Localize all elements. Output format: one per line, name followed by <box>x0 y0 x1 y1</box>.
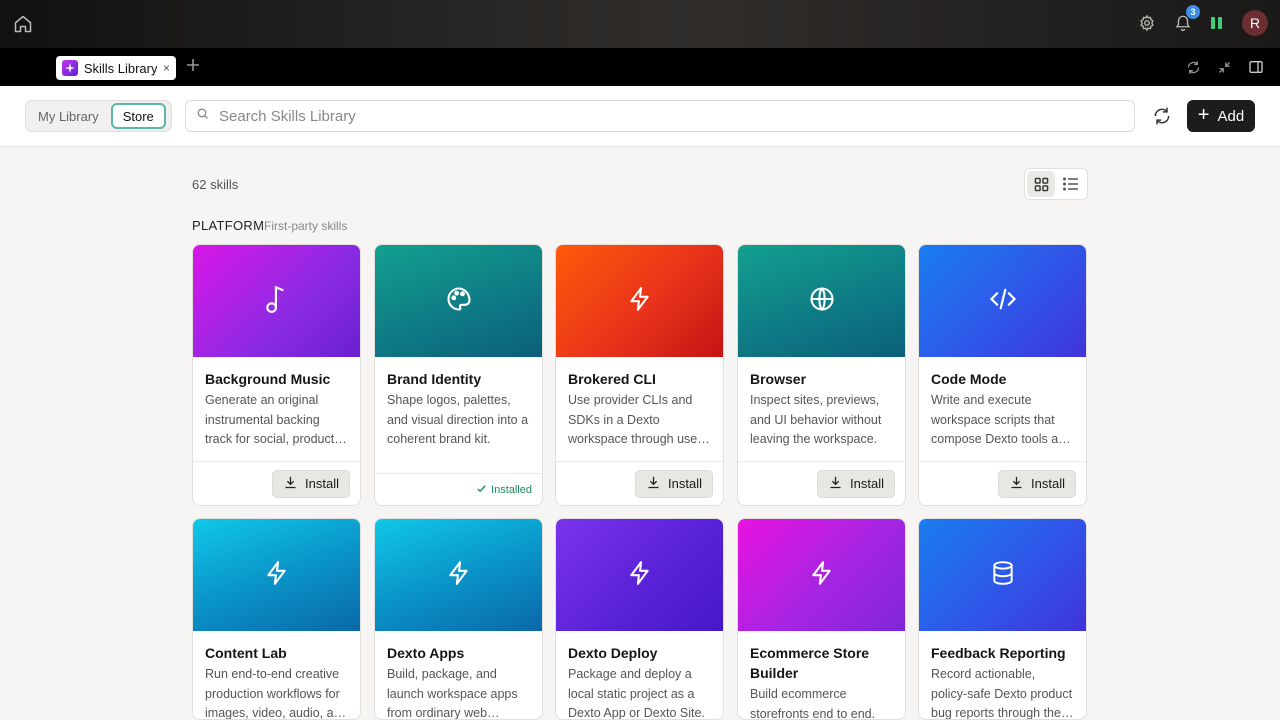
install-label: Install <box>1031 476 1065 491</box>
tab-bar: Skills Library × <box>0 48 1280 86</box>
download-icon <box>283 475 298 493</box>
tab-skills-library[interactable]: Skills Library × <box>56 56 176 80</box>
search-icon <box>196 107 209 125</box>
segment-my-library[interactable]: My Library <box>28 103 109 129</box>
avatar[interactable]: R <box>1242 10 1268 36</box>
notification-badge: 3 <box>1186 5 1200 19</box>
download-icon <box>1009 475 1024 493</box>
skill-name: Dexto Apps <box>387 645 465 661</box>
collapse-icon[interactable] <box>1217 60 1232 75</box>
installed-status: Installed <box>476 483 532 497</box>
skill-name: Ecommerce Store Builder <box>750 645 870 681</box>
install-button[interactable]: Install <box>817 469 895 498</box>
lightning-icon <box>627 285 653 318</box>
skill-name: Brand Identity <box>387 371 482 387</box>
toolbar: My Library Store + Add <box>0 86 1280 147</box>
lightning-icon <box>446 559 472 592</box>
card-hero <box>375 519 542 631</box>
skill-card[interactable]: Content Lab Run end-to-end creative prod… <box>192 518 361 720</box>
install-button[interactable]: Install <box>272 469 350 498</box>
section-title: PLATFORM <box>192 218 265 233</box>
tab-title: Skills Library <box>83 60 157 76</box>
install-label: Install <box>305 476 339 491</box>
card-hero <box>738 245 905 357</box>
skill-description: Write and execute workspace scripts that… <box>931 393 1073 446</box>
plus-icon[interactable] <box>186 58 200 72</box>
library-store-toggle: My Library Store <box>25 100 172 132</box>
section-subtitle: First-party skills <box>264 219 348 233</box>
segment-store[interactable]: Store <box>110 103 166 129</box>
search-input[interactable] <box>219 107 1099 125</box>
code-icon <box>988 285 1018 318</box>
card-hero <box>919 519 1086 631</box>
sidebar-panel-icon[interactable] <box>1248 59 1264 75</box>
download-icon <box>828 475 843 493</box>
skill-card[interactable]: Browser Inspect sites, previews, and UI … <box>737 244 906 506</box>
skill-card[interactable]: Dexto Apps Build, package, and launch wo… <box>374 518 543 720</box>
card-hero <box>919 245 1086 357</box>
card-hero <box>375 245 542 357</box>
card-hero <box>738 519 905 631</box>
skill-name: Background Music <box>205 371 331 387</box>
view-toggle <box>1024 168 1088 200</box>
install-button[interactable]: Install <box>635 469 713 498</box>
pause-bars-icon[interactable] <box>1210 16 1224 30</box>
lightning-icon <box>809 559 835 592</box>
skill-card[interactable]: Feedback Reporting Record actionable, po… <box>918 518 1087 720</box>
sparkle-icon <box>62 60 78 76</box>
bell-icon[interactable]: 3 <box>1174 5 1200 32</box>
system-topbar: 3 R <box>0 0 1280 48</box>
skill-description: Record actionable, policy-safe Dexto pro… <box>931 667 1073 720</box>
plus-icon: + <box>1197 104 1210 126</box>
skill-name: Brokered CLI <box>568 371 656 387</box>
search-box <box>185 100 1135 132</box>
card-hero <box>556 245 723 357</box>
download-icon <box>646 475 661 493</box>
skill-description: Inspect sites, previews, and UI behavior… <box>750 393 882 446</box>
skill-name: Feedback Reporting <box>931 645 1066 661</box>
skill-card[interactable]: Brokered CLI Use provider CLIs and SDKs … <box>555 244 724 506</box>
add-button[interactable]: + Add <box>1187 100 1255 132</box>
grid-view-icon[interactable] <box>1027 171 1055 197</box>
skill-description: Run end-to-end creative production workf… <box>205 667 348 720</box>
skill-description: Build, package, and launch workspace app… <box>387 667 518 720</box>
skill-name: Browser <box>750 371 807 387</box>
add-button-label: Add <box>1217 107 1245 125</box>
skill-description: Package and deploy a local static projec… <box>568 667 705 720</box>
home-icon[interactable] <box>13 14 33 34</box>
install-button[interactable]: Install <box>998 469 1076 498</box>
card-hero <box>193 245 360 357</box>
installed-label: Installed <box>491 484 532 496</box>
music-note-icon <box>264 284 290 319</box>
skill-card[interactable]: Background Music Generate an original in… <box>192 244 361 506</box>
skill-card[interactable]: Brand Identity Shape logos, palettes, an… <box>374 244 543 506</box>
list-view-icon[interactable] <box>1057 171 1085 197</box>
install-label: Install <box>668 476 702 491</box>
skill-name: Dexto Deploy <box>568 645 658 661</box>
skill-name: Code Mode <box>931 371 1007 387</box>
close-icon[interactable]: × <box>163 61 170 75</box>
database-icon <box>990 559 1016 592</box>
skill-card[interactable]: Dexto Deploy Package and deploy a local … <box>555 518 724 720</box>
refresh-icon[interactable] <box>1186 60 1201 75</box>
skill-name: Content Lab <box>205 645 287 661</box>
skill-card[interactable]: Ecommerce Store Builder Build ecommerce … <box>737 518 906 720</box>
card-hero <box>193 519 360 631</box>
palette-icon <box>445 285 473 318</box>
skill-card[interactable]: Code Mode Write and execute workspace sc… <box>918 244 1087 506</box>
check-icon <box>476 483 487 497</box>
skill-description: Build ecommerce storefronts end to end. <box>750 687 876 720</box>
card-hero <box>556 519 723 631</box>
skill-description: Generate an original instrumental backin… <box>205 393 338 446</box>
lightning-icon <box>264 559 290 592</box>
install-label: Install <box>850 476 884 491</box>
skills-count: 62 skills <box>192 177 239 192</box>
gear-icon[interactable] <box>1138 14 1156 32</box>
skill-description: Use provider CLIs and SDKs in a Dexto wo… <box>568 393 706 446</box>
globe-icon <box>808 285 836 318</box>
skill-description: Shape logos, palettes, and visual direct… <box>387 393 529 446</box>
lightning-icon <box>627 559 653 592</box>
refresh-icon[interactable] <box>1152 106 1172 126</box>
